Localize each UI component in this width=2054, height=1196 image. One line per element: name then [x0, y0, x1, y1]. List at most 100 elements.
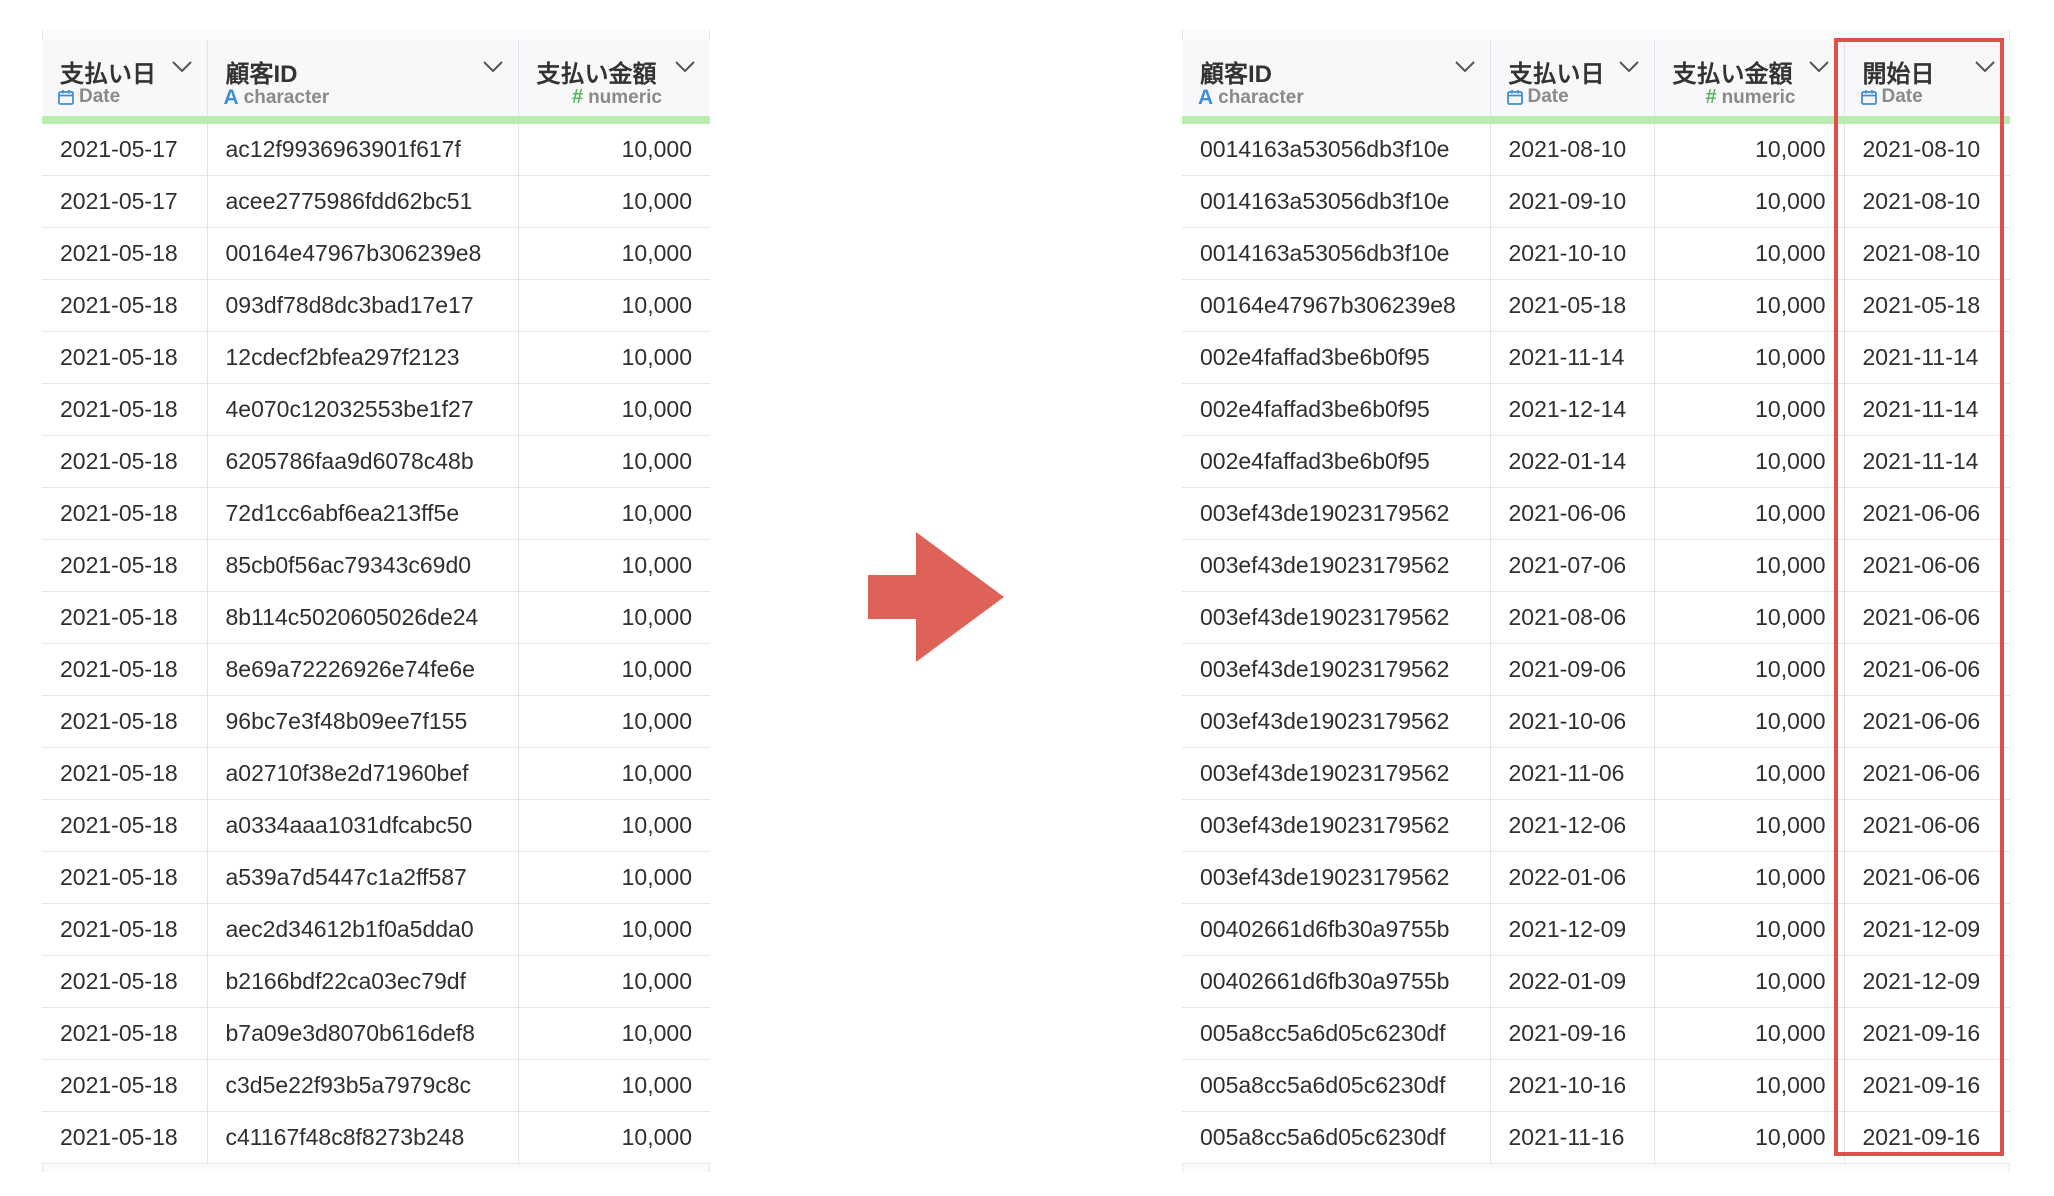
table-cell[interactable]: 2021-11-14: [1844, 435, 2010, 488]
table-cell[interactable]: 093df78d8dc3bad17e17: [207, 279, 519, 332]
table-row[interactable]: 2021-05-18 c3d5e22f93b5a7979c8c 10,000: [42, 1059, 710, 1112]
table-cell[interactable]: 00164e47967b306239e8: [207, 227, 519, 280]
table-row[interactable]: 005a8cc5a6d05c6230df 2021-09-16 10,000 2021…: [1182, 1007, 2010, 1060]
table-cell[interactable]: 2021-06-06: [1844, 851, 2010, 904]
table-cell[interactable]: 2021-06-06: [1844, 539, 2010, 592]
table-cell[interactable]: 10,000: [1654, 279, 1845, 332]
table-cell[interactable]: 2021-05-18: [42, 1059, 208, 1112]
table-cell[interactable]: 10,000: [518, 1007, 710, 1060]
table-cell[interactable]: 10,000: [518, 383, 710, 436]
table-cell[interactable]: 12cdecf2bfea297f2123: [207, 331, 519, 384]
table-cell[interactable]: 003ef43de19023179562: [1182, 851, 1491, 904]
table-cell[interactable]: 85cb0f56ac79343c69d0: [207, 539, 519, 592]
table-cell[interactable]: 10,000: [518, 747, 710, 800]
table-cell[interactable]: 2021-08-10: [1844, 120, 2010, 176]
table-cell[interactable]: 10,000: [1654, 120, 1845, 176]
table-row[interactable]: 003ef43de19023179562 2021-08-06 10,000 2021…: [1182, 591, 2010, 644]
table-cell[interactable]: 2021-05-18: [42, 539, 208, 592]
column-header[interactable]: 支払い金額 # numeric: [518, 40, 710, 124]
table-cell[interactable]: 10,000: [1654, 695, 1845, 748]
table-cell[interactable]: 2021-05-18: [1844, 279, 2010, 332]
table-row[interactable]: 2021-05-17 ac12f9936963901f617f 10,000: [42, 120, 710, 176]
table-row[interactable]: 2021-05-18 85cb0f56ac79343c69d0 10,000: [42, 539, 710, 592]
table-cell[interactable]: 10,000: [518, 851, 710, 904]
table-row[interactable]: 003ef43de19023179562 2021-09-06 10,000 2021…: [1182, 643, 2010, 696]
table-cell[interactable]: 10,000: [518, 331, 710, 384]
table-cell[interactable]: 2021-05-17: [42, 175, 208, 228]
table-cell[interactable]: 2021-10-16: [1490, 1059, 1655, 1112]
table-cell[interactable]: 2021-07-06: [1490, 539, 1655, 592]
table-row[interactable]: 2021-05-18 96bc7e3f48b09ee7f155 10,000: [42, 695, 710, 748]
table-cell[interactable]: 2021-05-18: [42, 747, 208, 800]
table-cell[interactable]: c41167f48c8f8273b248: [207, 1111, 519, 1164]
table-row[interactable]: 2021-05-18 72d1cc6abf6ea213ff5e 10,000: [42, 487, 710, 540]
table-cell[interactable]: 2021-08-10: [1490, 120, 1655, 176]
table-cell[interactable]: 10,000: [1654, 1059, 1845, 1112]
table-cell[interactable]: 2021-05-18: [42, 383, 208, 436]
table-row[interactable]: 2021-05-18 6205786faa9d6078c48b 10,000: [42, 435, 710, 488]
table-cell[interactable]: 2021-12-09: [1844, 903, 2010, 956]
table-cell[interactable]: 2021-12-09: [1844, 955, 2010, 1008]
table-cell[interactable]: 2021-06-06: [1844, 695, 2010, 748]
table-cell[interactable]: 003ef43de19023179562: [1182, 591, 1491, 644]
table-cell[interactable]: c3d5e22f93b5a7979c8c: [207, 1059, 519, 1112]
table-row[interactable]: 00164e47967b306239e8 2021-05-18 10,000 2021…: [1182, 279, 2010, 332]
table-row[interactable]: 003ef43de19023179562 2021-10-06 10,000 2021…: [1182, 695, 2010, 748]
table-row[interactable]: 005a8cc5a6d05c6230df 2021-11-16 10,000 2021…: [1182, 1111, 2010, 1164]
table-cell[interactable]: 10,000: [1654, 383, 1845, 436]
table-cell[interactable]: 10,000: [518, 120, 710, 176]
table-cell[interactable]: 2021-05-18: [42, 591, 208, 644]
table-cell[interactable]: 2021-05-18: [42, 1111, 208, 1164]
table-cell[interactable]: 002e4faffad3be6b0f95: [1182, 383, 1491, 436]
table-row[interactable]: 2021-05-18 a02710f38e2d71960bef 10,000: [42, 747, 710, 800]
table-cell[interactable]: 4e070c12032553be1f27: [207, 383, 519, 436]
table-cell[interactable]: 10,000: [518, 435, 710, 488]
table-cell[interactable]: 2021-06-06: [1844, 799, 2010, 852]
table-row[interactable]: 002e4faffad3be6b0f95 2021-11-14 10,000 2021…: [1182, 331, 2010, 384]
table-cell[interactable]: 10,000: [1654, 1111, 1845, 1164]
table-cell[interactable]: 2021-06-06: [1844, 747, 2010, 800]
chevron-down-icon[interactable]: [1454, 60, 1476, 74]
table-cell[interactable]: 10,000: [1654, 487, 1845, 540]
table-cell[interactable]: 2021-12-06: [1490, 799, 1655, 852]
table-row[interactable]: 00402661d6fb30a9755b 2021-12-09 10,000 2021…: [1182, 903, 2010, 956]
table-cell[interactable]: 10,000: [518, 227, 710, 280]
table-cell[interactable]: 8e69a72226926e74fe6e: [207, 643, 519, 696]
table-cell[interactable]: ac12f9936963901f617f: [207, 120, 519, 176]
table-cell[interactable]: 10,000: [1654, 435, 1845, 488]
table-cell[interactable]: 2021-08-10: [1844, 227, 2010, 280]
table-cell[interactable]: 2021-11-06: [1490, 747, 1655, 800]
table-row[interactable]: 2021-05-17 acee2775986fdd62bc51 10,000: [42, 175, 710, 228]
table-cell[interactable]: a539a7d5447c1a2ff587: [207, 851, 519, 904]
table-cell[interactable]: 10,000: [1654, 591, 1845, 644]
column-header[interactable]: 支払い日 Date: [1490, 40, 1655, 124]
table-cell[interactable]: 2021-05-18: [42, 851, 208, 904]
table-cell[interactable]: 005a8cc5a6d05c6230df: [1182, 1007, 1491, 1060]
table-cell[interactable]: 0014163a53056db3f10e: [1182, 120, 1491, 176]
table-cell[interactable]: 2022-01-06: [1490, 851, 1655, 904]
table-cell[interactable]: aec2d34612b1f0a5dda0: [207, 903, 519, 956]
chevron-down-icon[interactable]: [1974, 60, 1996, 74]
table-cell[interactable]: 2021-05-18: [42, 487, 208, 540]
table-row[interactable]: 2021-05-18 a539a7d5447c1a2ff587 10,000: [42, 851, 710, 904]
chevron-down-icon[interactable]: [482, 60, 504, 74]
table-cell[interactable]: 2021-10-10: [1490, 227, 1655, 280]
table-cell[interactable]: 003ef43de19023179562: [1182, 539, 1491, 592]
table-cell[interactable]: 2021-09-06: [1490, 643, 1655, 696]
chevron-down-icon[interactable]: [1808, 60, 1830, 74]
table-cell[interactable]: 003ef43de19023179562: [1182, 643, 1491, 696]
table-cell[interactable]: 6205786faa9d6078c48b: [207, 435, 519, 488]
table-cell[interactable]: 003ef43de19023179562: [1182, 747, 1491, 800]
table-row[interactable]: 003ef43de19023179562 2021-06-06 10,000 2021…: [1182, 487, 2010, 540]
table-row[interactable]: 0014163a53056db3f10e 2021-10-10 10,000 2021…: [1182, 227, 2010, 280]
table-row[interactable]: 002e4faffad3be6b0f95 2022-01-14 10,000 2021…: [1182, 435, 2010, 488]
table-cell[interactable]: 2022-01-14: [1490, 435, 1655, 488]
table-cell[interactable]: b7a09e3d8070b616def8: [207, 1007, 519, 1060]
table-cell[interactable]: 0014163a53056db3f10e: [1182, 175, 1491, 228]
table-row[interactable]: 2021-05-18 8b114c5020605026de24 10,000: [42, 591, 710, 644]
table-cell[interactable]: 005a8cc5a6d05c6230df: [1182, 1111, 1491, 1164]
table-cell[interactable]: 96bc7e3f48b09ee7f155: [207, 695, 519, 748]
table-cell[interactable]: 10,000: [1654, 747, 1845, 800]
table-cell[interactable]: 10,000: [1654, 175, 1845, 228]
table-cell[interactable]: 2021-05-18: [42, 955, 208, 1008]
